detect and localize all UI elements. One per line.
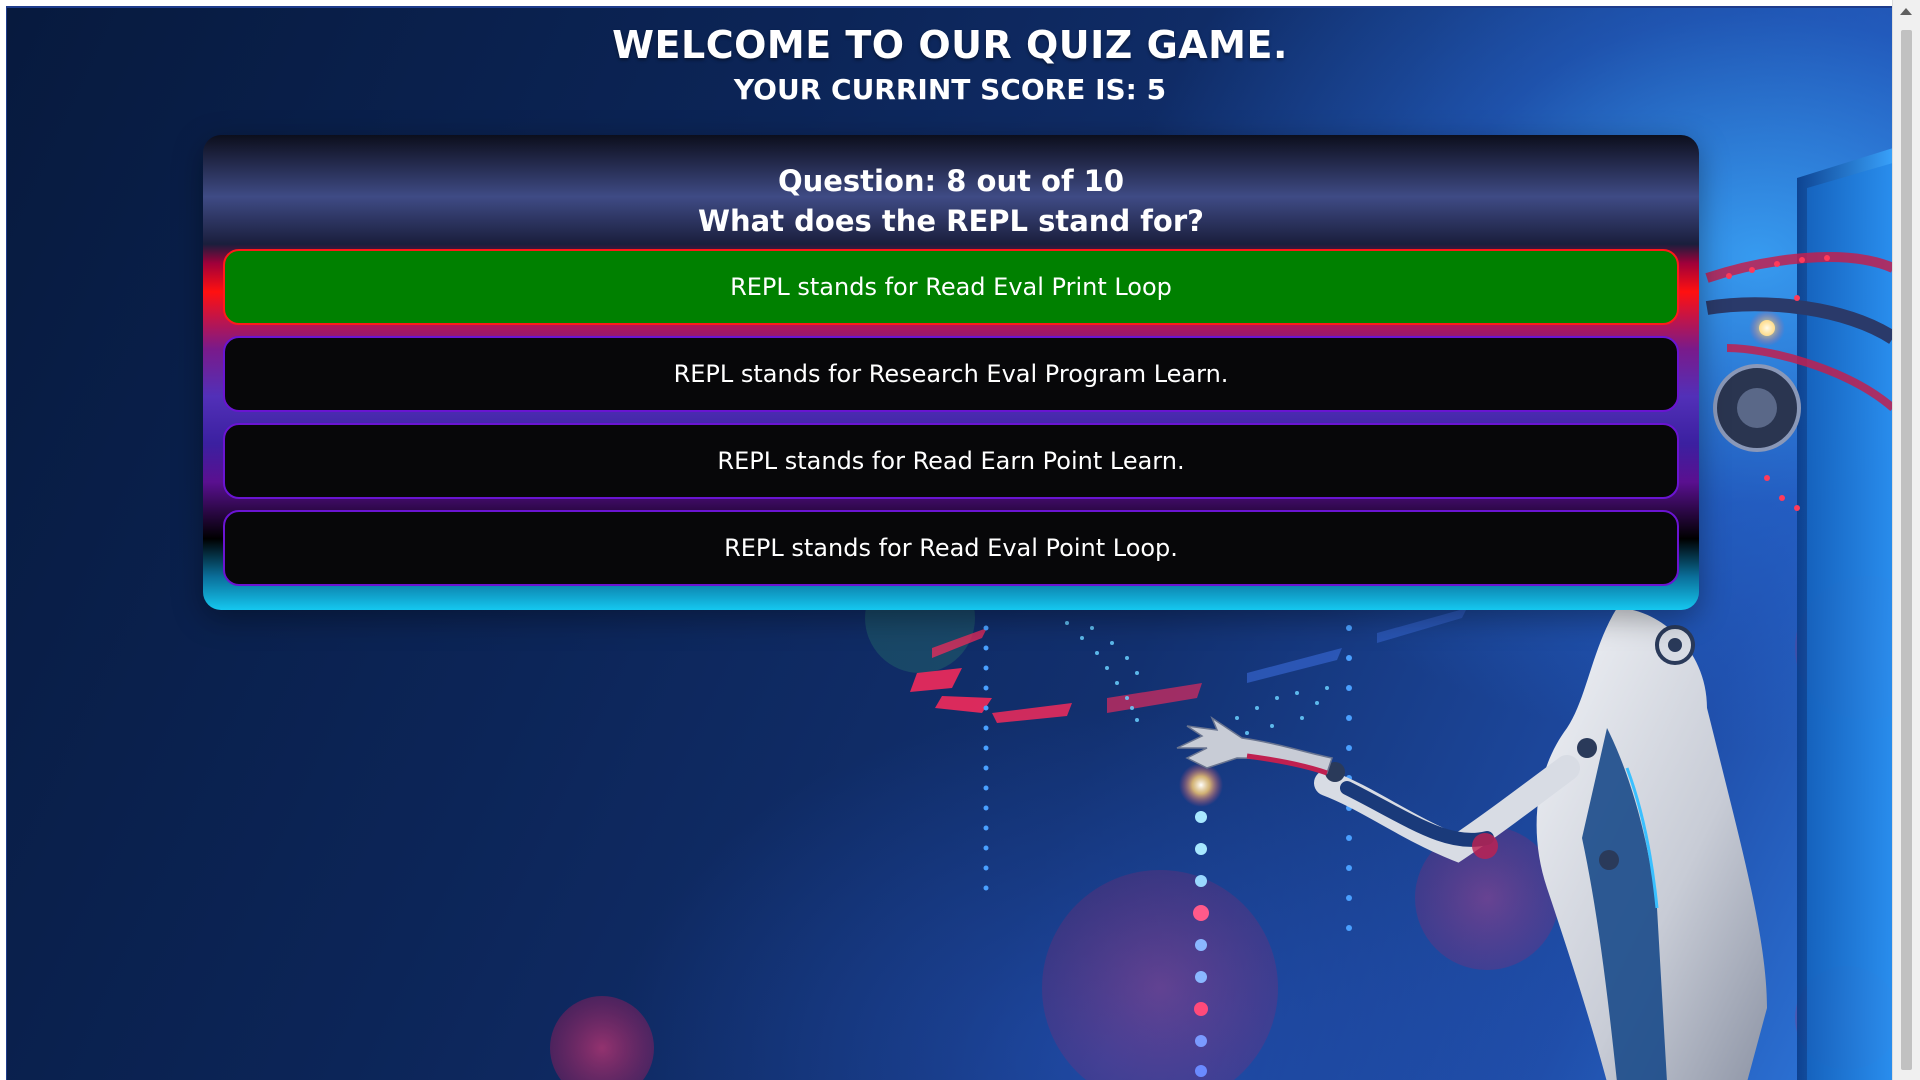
scroll-up-arrow-icon[interactable] [1900,8,1912,15]
scrollbar-thumb[interactable] [1901,30,1912,1070]
answer-list: REPL stands for Read Eval Print Loop REP… [223,249,1679,586]
answer-button-3[interactable]: REPL stands for Read Earn Point Learn. [223,423,1679,499]
quiz-page: WELCOME TO OUR QUIZ GAME. YOUR CURRINT S… [6,6,1892,1080]
page-title: WELCOME TO OUR QUIZ GAME. [612,23,1288,67]
question-text: What does the REPL stand for? [698,204,1204,238]
vertical-scrollbar[interactable] [1892,0,1920,1080]
score-display: YOUR CURRINT SCORE IS: 5 [733,73,1167,106]
question-number: Question: 8 out of 10 [777,164,1125,198]
page-header: WELCOME TO OUR QUIZ GAME. YOUR CURRINT S… [7,8,1892,108]
quiz-card: Question: 8 out of 10 What does the REPL… [203,135,1699,610]
answer-button-2[interactable]: REPL stands for Research Eval Program Le… [223,336,1679,412]
answer-button-4[interactable]: REPL stands for Read Eval Point Loop. [223,510,1679,586]
answer-button-1[interactable]: REPL stands for Read Eval Print Loop [223,249,1679,325]
